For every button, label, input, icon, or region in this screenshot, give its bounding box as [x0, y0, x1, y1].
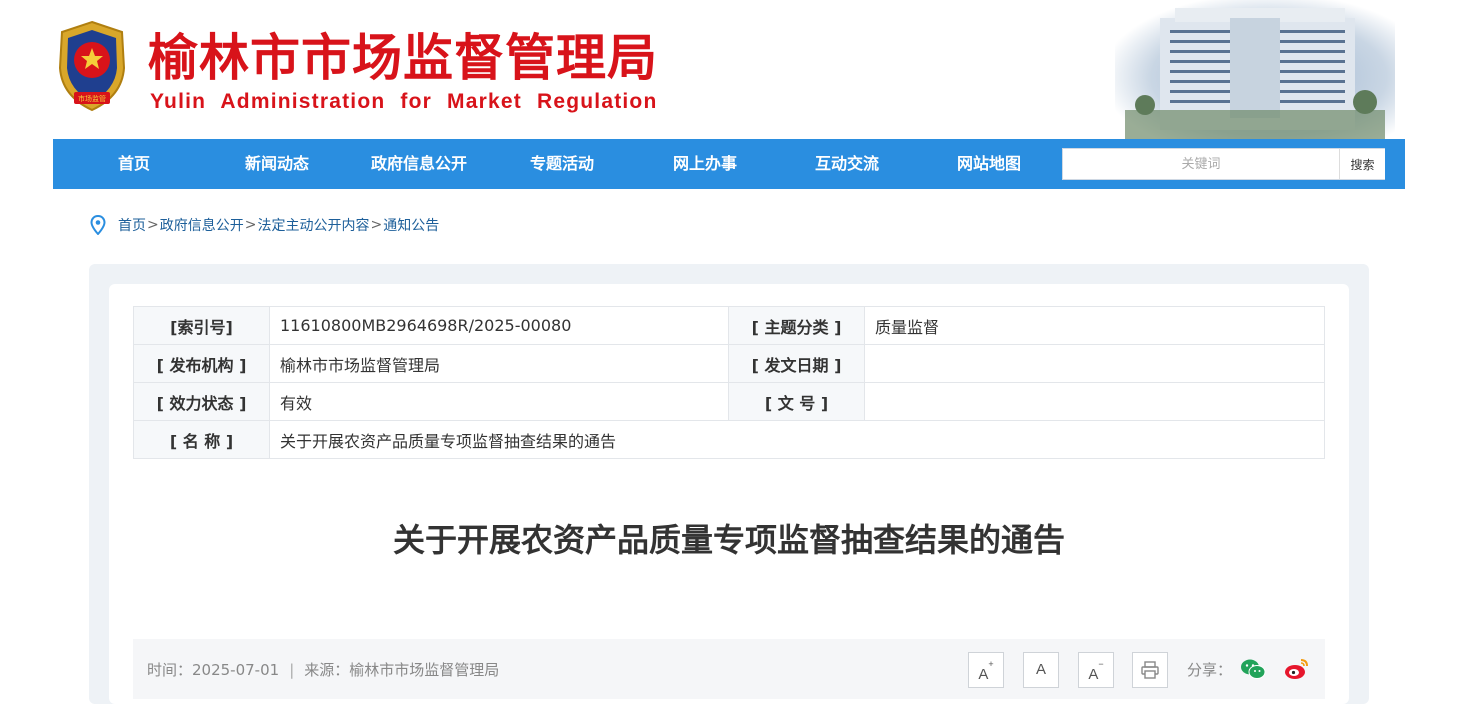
docno-label: [ 文 号 ] — [728, 382, 865, 421]
plus-icon: + — [988, 659, 994, 669]
status-label: [ 效力状态 ] — [133, 382, 270, 421]
weibo-icon[interactable] — [1284, 657, 1310, 681]
breadcrumb-separator: > — [147, 217, 159, 233]
nav-item-topics[interactable]: 专题活动 — [497, 139, 627, 189]
wechat-icon[interactable] — [1240, 657, 1266, 681]
breadcrumb-gov-info[interactable]: 政府信息公开 — [160, 215, 244, 235]
nav-item-interaction[interactable]: 互动交流 — [782, 139, 912, 189]
font-larger-letter: A — [978, 666, 989, 683]
svg-text:市场监管: 市场监管 — [78, 94, 106, 103]
table-row: [ 发布机构 ] 榆林市市场监督管理局 [ 发文日期 ] — [133, 344, 1325, 383]
document-meta-table: [索引号] 11610800MB2964698R/2025-00080 [ 主题… — [133, 306, 1325, 459]
topic-value: 质量监督 — [864, 306, 1325, 345]
status-value: 有效 — [269, 382, 729, 421]
site-title-english: Yulin Administration for Market Regulati… — [150, 90, 658, 113]
breadcrumb-separator: > — [370, 217, 383, 233]
search-button[interactable]: 搜索 — [1339, 149, 1385, 179]
breadcrumb-notices[interactable]: 通知公告 — [383, 215, 439, 235]
publisher-value: 榆林市市场监督管理局 — [269, 344, 729, 383]
name-label: [ 名 称 ] — [133, 420, 270, 459]
topic-label: [ 主题分类 ] — [728, 306, 865, 345]
site-header: 市场监管 榆林市市场监督管理局 Yulin Administration for… — [0, 0, 1481, 140]
font-normal-button[interactable]: A — [1023, 652, 1059, 688]
market-regulation-emblem-icon: 市场监管 — [58, 20, 126, 112]
breadcrumb-home[interactable]: 首页 — [118, 215, 146, 235]
article-meta-line: 时间：2025-07-01 | 来源：榆林市市场监督管理局 — [147, 659, 499, 680]
main-nav: 首页 新闻动态 政府信息公开 专题活动 网上办事 互动交流 网站地图 搜索 — [53, 139, 1405, 189]
location-pin-icon — [90, 215, 106, 235]
print-icon — [1141, 661, 1159, 679]
name-value: 关于开展农资产品质量专项监督抽查结果的通告 — [269, 420, 1325, 459]
nav-item-online-services[interactable]: 网上办事 — [640, 139, 770, 189]
share-label: 分享： — [1187, 661, 1233, 679]
font-smaller-letter: A — [1088, 666, 1099, 683]
nav-item-sitemap[interactable]: 网站地图 — [924, 139, 1054, 189]
font-larger-button[interactable]: A+ — [968, 652, 1004, 688]
table-row: [ 效力状态 ] 有效 [ 文 号 ] — [133, 382, 1325, 421]
index-label: [索引号] — [133, 306, 270, 345]
nav-item-home[interactable]: 首页 — [69, 139, 199, 189]
table-row: [ 名 称 ] 关于开展农资产品质量专项监督抽查结果的通告 — [133, 420, 1325, 459]
search-box: 搜索 — [1062, 148, 1385, 180]
nav-item-gov-info[interactable]: 政府信息公开 — [354, 139, 484, 189]
search-input[interactable] — [1063, 149, 1339, 179]
info-divider: | — [289, 661, 295, 679]
publisher-label: [ 发布机构 ] — [133, 344, 270, 383]
article-source: 来源：榆林市市场监督管理局 — [304, 661, 500, 679]
breadcrumb-separator: > — [244, 217, 257, 233]
site-title-chinese: 榆林市市场监督管理局 — [148, 29, 658, 87]
article-info-bar: 时间：2025-07-01 | 来源：榆林市市场监督管理局 A+ A A− 分享： — [133, 639, 1325, 699]
article-title: 关于开展农资产品质量专项监督抽查结果的通告 — [392, 521, 1065, 559]
minus-icon: − — [1098, 659, 1104, 669]
font-smaller-button[interactable]: A− — [1078, 652, 1114, 688]
breadcrumb: 首页 > 政府信息公开 > 法定主动公开内容 > 通知公告 — [90, 213, 439, 237]
date-value — [864, 344, 1325, 383]
print-button[interactable] — [1132, 652, 1168, 688]
table-row: [索引号] 11610800MB2964698R/2025-00080 [ 主题… — [133, 306, 1325, 345]
office-building-image — [1115, 0, 1395, 140]
breadcrumb-public-content[interactable]: 法定主动公开内容 — [257, 215, 369, 235]
date-label: [ 发文日期 ] — [728, 344, 865, 383]
nav-item-news[interactable]: 新闻动态 — [212, 139, 342, 189]
index-value: 11610800MB2964698R/2025-00080 — [269, 306, 729, 345]
docno-value — [864, 382, 1325, 421]
publish-time: 时间：2025-07-01 — [147, 661, 280, 679]
